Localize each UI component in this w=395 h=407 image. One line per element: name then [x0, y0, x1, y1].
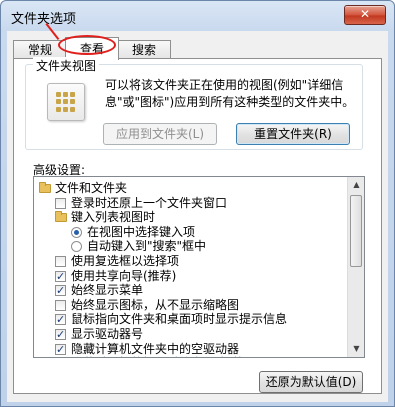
radio-button[interactable]: [71, 241, 82, 253]
scroll-down-icon[interactable]: ▼: [349, 341, 364, 357]
vertical-scrollbar[interactable]: ▲ ▼: [347, 177, 364, 357]
restore-defaults-button[interactable]: 还原为默认值(D): [259, 371, 363, 393]
checkbox[interactable]: [55, 283, 66, 298]
checkbox[interactable]: [55, 269, 66, 284]
checkbox[interactable]: [55, 342, 66, 357]
close-button[interactable]: ✕: [344, 5, 386, 25]
checkbox[interactable]: [55, 256, 66, 267]
settings-item-label: 隐藏受保护的操作系统文件(推荐): [71, 356, 248, 357]
folder-options-window: 文件夹选项 ✕ 常规 查看 搜索 文件夹视图 可以将该文件夹正在使用的视图(例如…: [0, 0, 395, 407]
folder-view-description: 可以将该文件夹正在使用的视图(例如"详细信息"或"图标")应用到所有这种类型的文…: [105, 78, 355, 109]
settings-item-label: 显示驱动器号: [71, 327, 144, 341]
checkbox[interactable]: [55, 197, 66, 209]
checkbox[interactable]: [55, 327, 66, 342]
folder-icon: [39, 182, 51, 193]
settings-item-label: 始终显示菜单: [71, 283, 144, 298]
scroll-up-icon[interactable]: ▲: [349, 177, 364, 193]
settings-item-label: 文件和文件夹: [55, 181, 128, 195]
folder-view-group-title: 文件夹视图: [33, 57, 100, 74]
settings-item-label: 登录时还原上一个文件夹窗口: [71, 195, 228, 210]
reset-folders-button[interactable]: 重置文件夹(R): [236, 123, 350, 145]
checkbox[interactable]: [55, 299, 66, 311]
settings-item-label: 键入列表视图时: [71, 210, 156, 225]
settings-item-label: 隐藏计算机文件夹中的空驱动器: [71, 341, 240, 356]
title-bar[interactable]: 文件夹选项 ✕: [1, 1, 394, 31]
folder-icon: [55, 211, 67, 223]
settings-item-label: 使用共享向导(推荐): [71, 268, 177, 283]
settings-item-label: 在视图中选择键入项: [87, 224, 196, 239]
folder-view-icon: [47, 83, 85, 121]
window-title: 文件夹选项: [11, 12, 77, 27]
apply-to-folders-button[interactable]: 应用到文件夹(L): [103, 123, 217, 145]
settings-item-label: 使用复选框以选择项: [71, 254, 180, 268]
annotation-highlight-oval: [58, 35, 116, 55]
scroll-thumb[interactable]: [350, 195, 362, 267]
advanced-settings-items: 文件和文件夹 登录时还原上一个文件夹窗口 键入列表视图时 在视图中选择键入项 自动键入到…: [34, 177, 346, 357]
settings-item-label: 始终显示图标，从不显示缩略图: [71, 297, 240, 312]
radio-button[interactable]: [71, 226, 82, 238]
checkbox[interactable]: [55, 312, 66, 327]
advanced-settings-list[interactable]: 文件和文件夹 登录时还原上一个文件夹窗口 键入列表视图时 在视图中选择键入项 自动键入到…: [33, 176, 365, 358]
close-icon: ✕: [359, 7, 371, 21]
settings-item-label: 自动键入到"搜索"框中: [87, 239, 207, 254]
settings-item-label: 鼠标指向文件夹和桌面项时显示提示信息: [71, 312, 288, 327]
tab-search[interactable]: 搜索: [117, 40, 171, 59]
